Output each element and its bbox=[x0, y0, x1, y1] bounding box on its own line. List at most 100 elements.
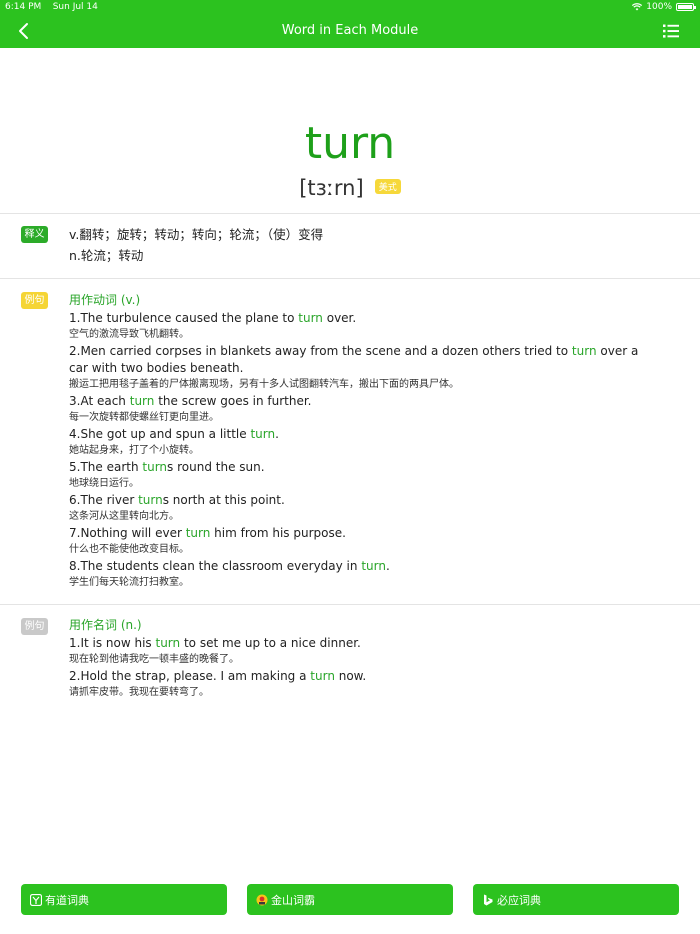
kingsoft-label: 金山词霸 bbox=[271, 893, 315, 907]
example-item: 4.She got up and spun a little turn. 她站起身… bbox=[69, 426, 660, 459]
example-translation: 搬运工把用毯子盖着的尸体搬离现场，另有十多人试图翻转汽车，搬出下面的两具尸体。 bbox=[69, 379, 459, 390]
example-english: 1.The turbulence caused the plane to tur… bbox=[69, 310, 660, 327]
highlighted-word: turn bbox=[250, 427, 276, 441]
highlighted-word: turn bbox=[155, 636, 181, 650]
example-translation: 空气的激流导致飞机翻转。 bbox=[69, 329, 189, 340]
verb-section-title: 用作动词 (v.) bbox=[69, 293, 141, 307]
example-translation: 请抓牢皮带。我现在要转弯了。 bbox=[69, 687, 209, 698]
example-text: 3.At each bbox=[69, 394, 130, 408]
example-text: s north at this point. bbox=[162, 493, 285, 507]
example-item: 1.It is now his turn to set me up to a n… bbox=[69, 635, 660, 668]
phonetic: [tɜːrn] bbox=[299, 176, 364, 200]
example-item: 6.The river turns north at this point. 这条… bbox=[69, 492, 660, 525]
example-text: 1.The turbulence caused the plane to bbox=[69, 311, 299, 325]
example-text: 5.The earth bbox=[69, 460, 143, 474]
highlighted-word: turn bbox=[310, 669, 335, 683]
divider bbox=[0, 604, 700, 605]
highlighted-word: turn bbox=[138, 493, 163, 507]
example-text: 6.The river bbox=[69, 493, 139, 507]
bing-dictionary-button[interactable]: 必应词典 bbox=[473, 884, 679, 915]
example-item: 8.The students clean the classroom every… bbox=[69, 558, 660, 591]
phonetic-row: [tɜːrn] 美式 bbox=[0, 176, 700, 200]
example-tag-verb: 例句 bbox=[21, 292, 48, 309]
noun-section-title: 用作名词 (n.) bbox=[69, 618, 142, 632]
example-text: 1.It is now his bbox=[69, 636, 156, 650]
example-text: 7.Nothing will ever bbox=[69, 526, 186, 540]
status-time-date: 6:14 PM Sun Jul 14 bbox=[5, 0, 98, 14]
example-english: 4.She got up and spun a little turn. bbox=[69, 426, 660, 443]
highlighted-word: turn bbox=[142, 460, 168, 474]
status-date: Sun Jul 14 bbox=[52, 2, 98, 12]
highlighted-word: turn bbox=[361, 559, 386, 573]
headword: turn bbox=[304, 118, 396, 169]
example-text: . bbox=[275, 427, 279, 441]
highlighted-word: turn bbox=[298, 311, 323, 325]
example-item: 7.Nothing will ever turn him from his pu… bbox=[69, 525, 660, 558]
kingsoft-icon bbox=[256, 894, 268, 905]
example-text: to set me up to a nice dinner. bbox=[180, 636, 361, 650]
example-translation: 现在轮到他请我吃一顿丰盛的晚餐了。 bbox=[69, 654, 239, 665]
bing-icon bbox=[484, 894, 493, 905]
nav-bar: Word in Each Module bbox=[0, 14, 700, 48]
highlighted-word: turn bbox=[571, 344, 597, 358]
accent-badge[interactable]: 美式 bbox=[374, 178, 401, 194]
example-english: 5.The earth turns round the sun. bbox=[69, 459, 660, 476]
example-text: 8.The students clean the classroom every… bbox=[69, 559, 362, 573]
status-bar: 6:14 PM Sun Jul 14 100% bbox=[0, 0, 700, 14]
definitions: v.翻转；旋转；转动；转向；轮流；（使）变得 n.轮流；转动 bbox=[69, 224, 660, 266]
verb-example-list: 1.The turbulence caused the plane to tur… bbox=[69, 310, 660, 591]
noun-example-list: 1.It is now his turn to set me up to a n… bbox=[69, 635, 660, 701]
example-translation: 学生们每天轮流打扫教室。 bbox=[69, 577, 189, 588]
example-english: 3.At each turn the screw goes in further… bbox=[69, 393, 660, 410]
definition-verb: v.翻转；旋转；转动；转向；轮流；（使）变得 bbox=[69, 227, 324, 242]
example-text: him from his purpose. bbox=[210, 526, 346, 540]
example-item: 1.The turbulence caused the plane to tur… bbox=[69, 310, 660, 343]
top-bar: 6:14 PM Sun Jul 14 100% Word in Each Mod… bbox=[0, 0, 700, 48]
verb-examples: 用作动词 (v.) 1.The turbulence caused the pl… bbox=[69, 291, 660, 591]
youdao-icon bbox=[30, 893, 42, 906]
battery-icon bbox=[676, 3, 696, 11]
example-item: 2.Hold the strap, please. I am making a … bbox=[69, 668, 660, 701]
example-item: 3.At each turn the screw goes in further… bbox=[69, 393, 660, 426]
example-text: over. bbox=[322, 311, 357, 325]
definition-tag: 释义 bbox=[21, 226, 48, 243]
example-text: now. bbox=[334, 669, 367, 683]
kingsoft-dictionary-button[interactable]: 金山词霸 bbox=[247, 884, 453, 915]
example-text: . bbox=[385, 559, 390, 573]
example-english: 7.Nothing will ever turn him from his pu… bbox=[69, 525, 660, 542]
definition-noun: n.轮流；转动 bbox=[69, 248, 144, 263]
noun-examples: 用作名词 (n.) 1.It is now his turn to set me… bbox=[69, 616, 660, 701]
divider bbox=[0, 213, 700, 214]
status-indicators: 100% bbox=[632, 0, 696, 14]
youdao-label: 有道词典 bbox=[45, 893, 89, 907]
example-tag-noun: 例句 bbox=[21, 618, 48, 635]
example-english: 8.The students clean the classroom every… bbox=[69, 558, 660, 575]
list-menu-icon[interactable] bbox=[662, 22, 680, 40]
example-english: 2.Men carried corpses in blankets away f… bbox=[69, 343, 660, 377]
highlighted-word: turn bbox=[185, 526, 211, 540]
example-text: s round the sun. bbox=[167, 460, 265, 474]
example-text: 2.Men carried corpses in blankets away f… bbox=[69, 344, 572, 358]
example-english: 6.The river turns north at this point. bbox=[69, 492, 660, 509]
status-time: 6:14 PM bbox=[5, 2, 42, 12]
page-title: Word in Each Module bbox=[281, 23, 419, 38]
example-text: the screw goes in further. bbox=[154, 394, 312, 408]
example-translation: 地球绕日运行。 bbox=[69, 478, 139, 489]
example-english: 1.It is now his turn to set me up to a n… bbox=[69, 635, 660, 652]
example-text: 2.Hold the strap, please. I am making a bbox=[69, 669, 311, 683]
example-translation: 什么也不能使他改变目标。 bbox=[69, 544, 189, 555]
highlighted-word: turn bbox=[129, 394, 155, 408]
youdao-dictionary-button[interactable]: 有道词典 bbox=[21, 884, 227, 915]
battery-percent: 100% bbox=[646, 2, 672, 12]
divider bbox=[0, 278, 700, 279]
dictionary-bar: 有道词典 金山词霸 必应词典 bbox=[0, 884, 700, 916]
example-item: 2.Men carried corpses in blankets away f… bbox=[69, 343, 660, 393]
example-translation: 这条河从这里转向北方。 bbox=[69, 511, 179, 522]
example-translation: 她站起身来，打了个小旋转。 bbox=[69, 445, 199, 456]
example-translation: 每一次旋转都使螺丝钉更向里进。 bbox=[69, 412, 219, 423]
example-item: 5.The earth turns round the sun. 地球绕日运行。 bbox=[69, 459, 660, 492]
wifi-icon bbox=[632, 3, 643, 11]
bing-label: 必应词典 bbox=[497, 893, 541, 907]
example-text: 4.She got up and spun a little bbox=[69, 427, 251, 441]
example-english: 2.Hold the strap, please. I am making a … bbox=[69, 668, 660, 685]
